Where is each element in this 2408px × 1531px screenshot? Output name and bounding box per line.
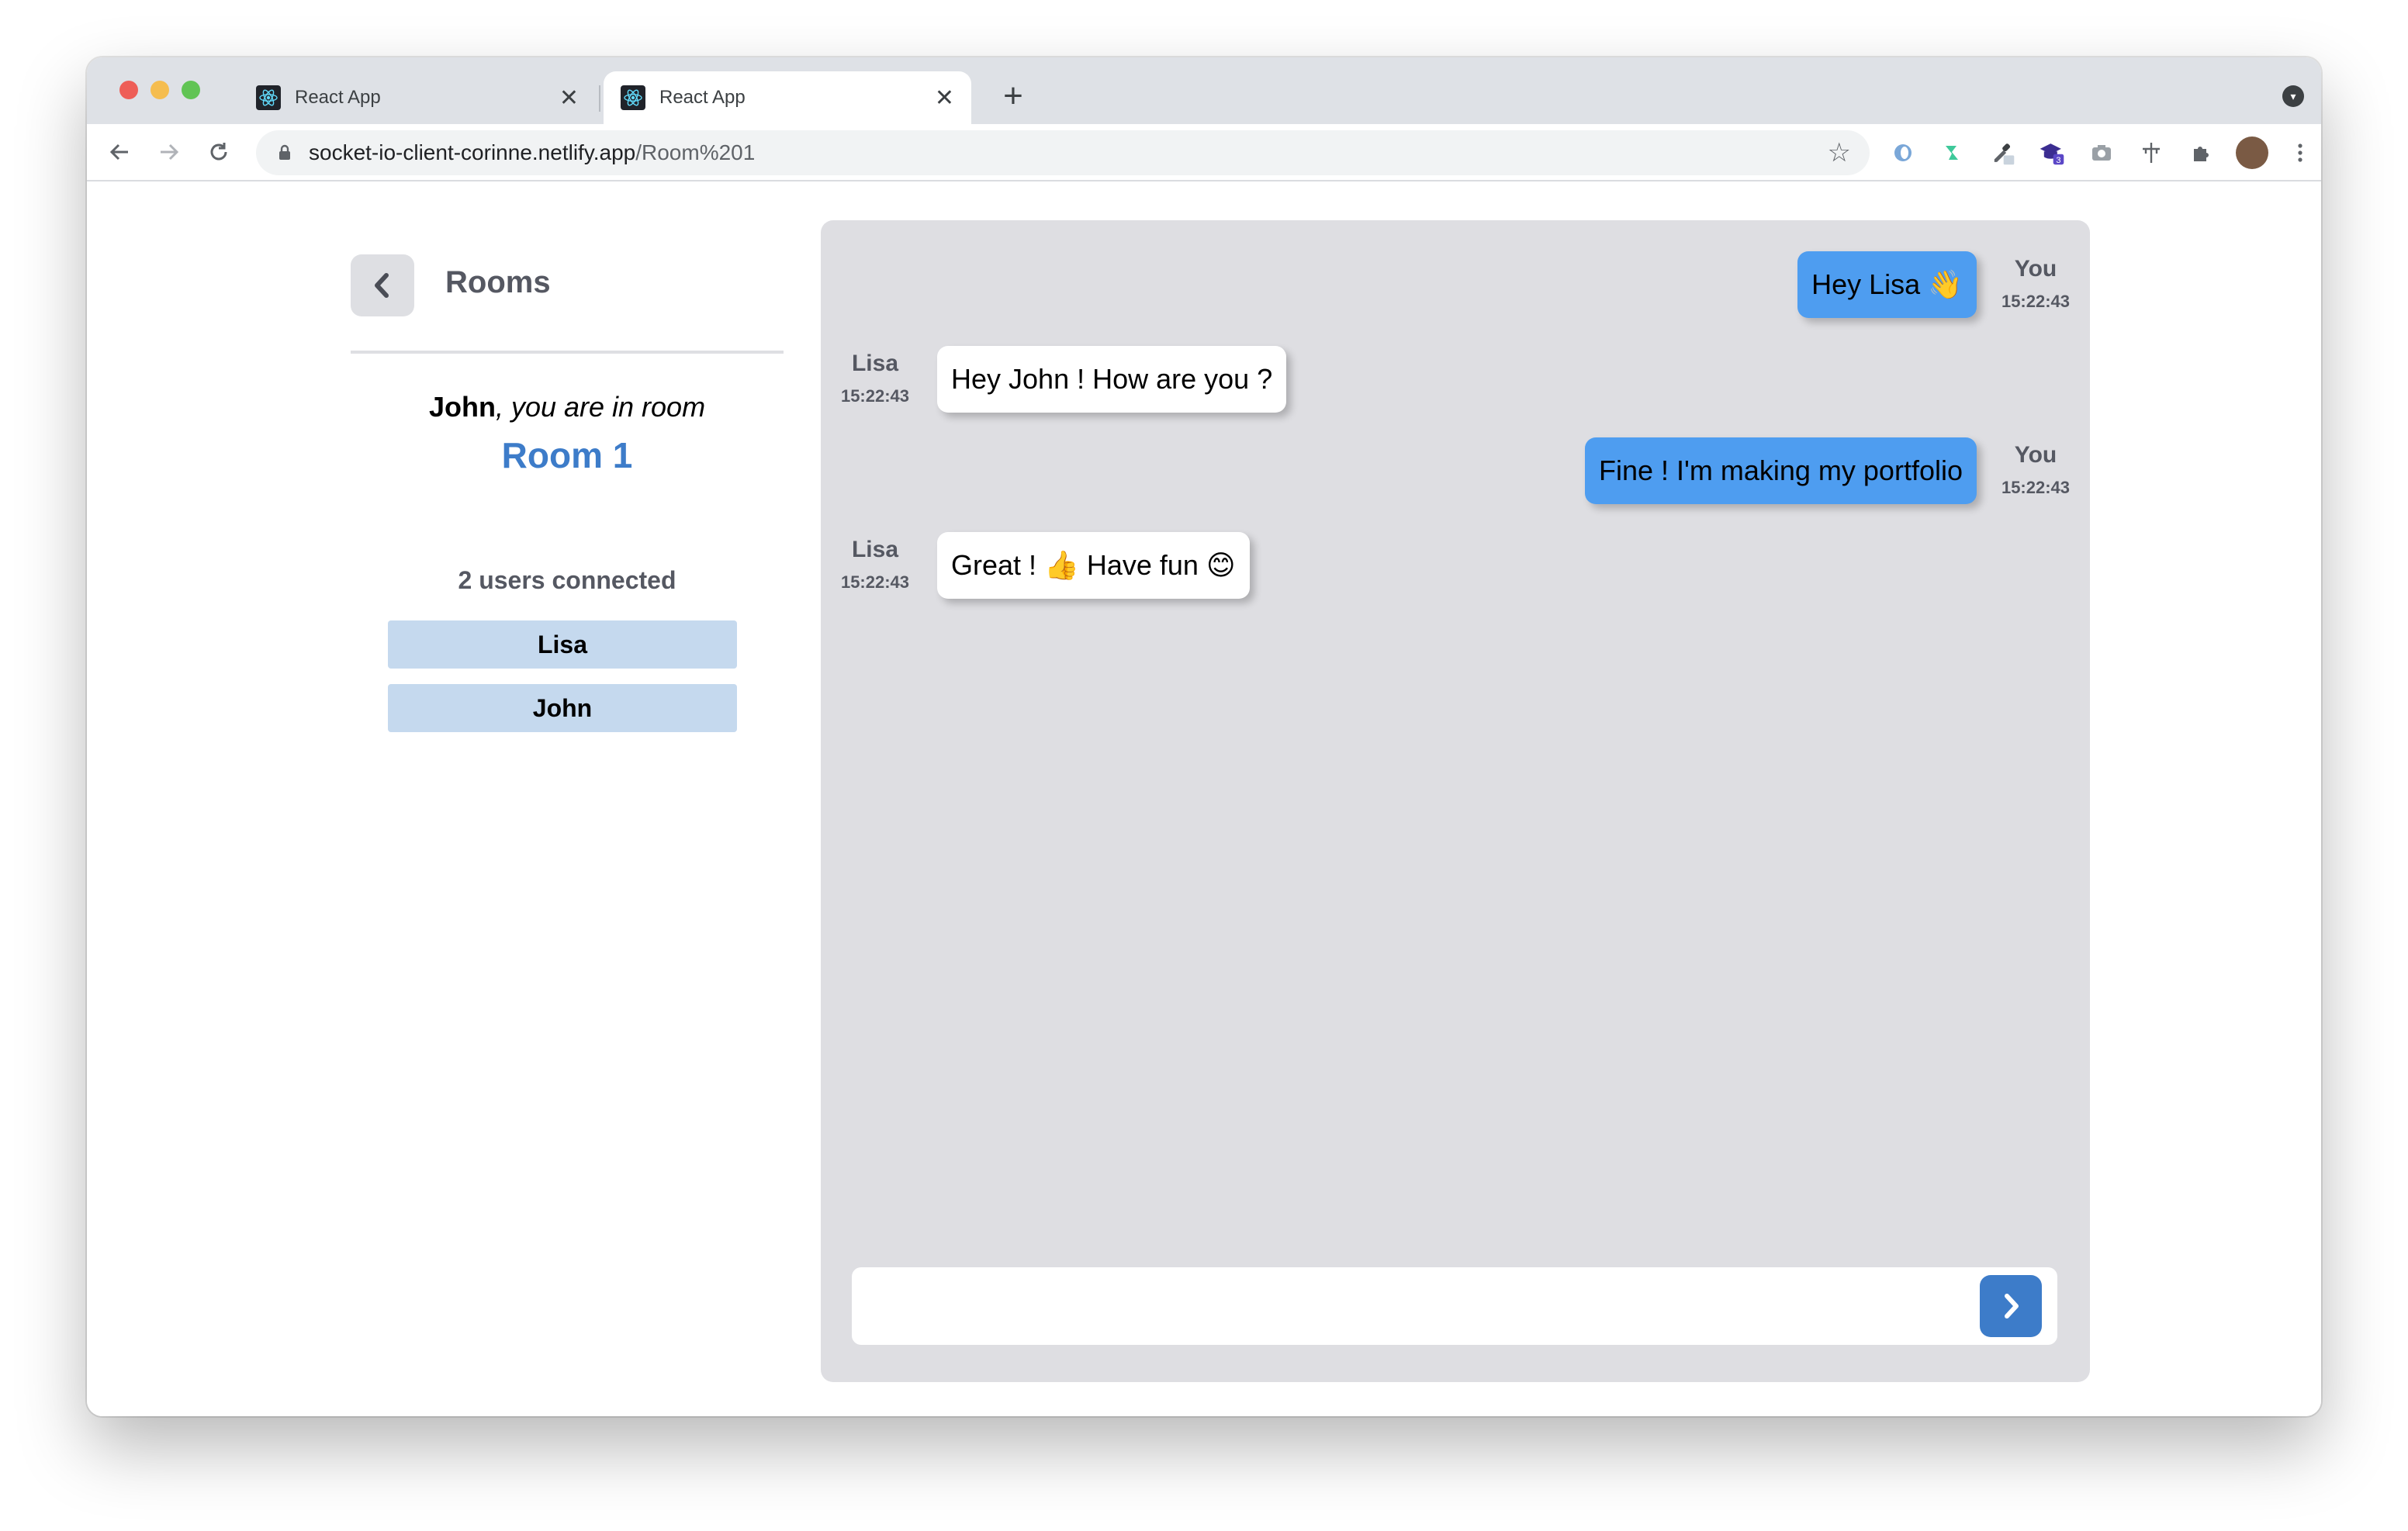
back-to-rooms-button[interactable] <box>351 254 414 316</box>
eyedropper-icon[interactable] <box>1989 140 2015 166</box>
message-time: 15:22:43 <box>2001 292 2071 311</box>
extension-badge: 3 <box>2056 156 2060 165</box>
rooms-header: Rooms <box>351 251 784 354</box>
chevron-right-icon <box>2005 1294 2019 1318</box>
message-time: 15:22:43 <box>840 572 910 592</box>
rooms-title: Rooms <box>445 265 551 299</box>
extension-2-icon[interactable] <box>1939 140 1966 166</box>
message-author: You <box>2014 442 2057 468</box>
url-path: /Room%201 <box>635 140 756 164</box>
users-connected-count: 2 users connected <box>458 566 676 594</box>
browser-tab-1[interactable]: React App ✕ <box>239 71 596 124</box>
chat-message-bubble: Fine ! I'm making my portfolio <box>1584 437 1977 504</box>
close-window-button[interactable] <box>119 81 138 99</box>
close-tab-icon[interactable]: ✕ <box>559 85 579 112</box>
message-input[interactable] <box>867 1283 1984 1329</box>
chat-message-bubble: Great ! 👍 Have fun 😊 <box>937 532 1250 599</box>
message-composer <box>852 1267 2057 1345</box>
address-bar[interactable]: socket-io-client-corinne.netlify.app/Roo… <box>256 130 1870 175</box>
chat-panel: Hey Lisa 👋 You 15:22:43 Lisa 15:22:43 He… <box>821 220 2090 1382</box>
kebab-menu-icon[interactable] <box>2287 140 2313 166</box>
close-tab-icon[interactable]: ✕ <box>935 85 954 112</box>
welcome-message: John, you are in room <box>351 391 784 423</box>
bookmark-star-icon[interactable]: ☆ <box>1828 137 1851 168</box>
welcome-text: , you are in room <box>495 391 706 423</box>
user-chip-lisa: Lisa <box>388 620 737 669</box>
chevron-left-icon <box>375 273 389 298</box>
react-icon <box>256 85 281 110</box>
reload-icon[interactable] <box>202 135 236 169</box>
send-button[interactable] <box>1980 1275 2042 1337</box>
tab-title: React App <box>295 87 381 108</box>
react-icon <box>621 85 645 110</box>
forward-arrow-icon[interactable] <box>152 135 186 169</box>
camera-icon[interactable] <box>2088 140 2115 166</box>
message-author: Lisa <box>851 351 899 376</box>
graduation-cap-icon[interactable]: 3 <box>2039 140 2065 166</box>
new-tab-button[interactable]: + <box>993 76 1033 116</box>
minimize-window-button[interactable] <box>150 81 169 99</box>
browser-toolbar: socket-io-client-corinne.netlify.app/Roo… <box>87 124 2321 181</box>
extensions-puzzle-icon[interactable] <box>2188 140 2214 166</box>
ruler-icon[interactable] <box>2138 140 2164 166</box>
browser-tab-2-active[interactable]: React App ✕ <box>604 71 971 124</box>
back-arrow-icon[interactable] <box>102 135 137 169</box>
current-room-name: Room 1 <box>501 435 633 475</box>
message-time: 15:22:43 <box>2001 478 2071 497</box>
web-page: Rooms .rooms-header{top:90px !important;… <box>87 181 2321 1416</box>
lock-icon <box>279 144 290 160</box>
user-chip-john: John <box>388 684 737 732</box>
url-host: socket-io-client-corinne.netlify.app <box>309 140 636 164</box>
chat-message-bubble: Hey John ! How are you ? <box>937 346 1287 413</box>
tab-separator <box>599 85 600 112</box>
profile-avatar[interactable] <box>2236 137 2268 169</box>
extension-1-icon[interactable] <box>1890 140 1916 166</box>
tab-strip: React App ✕ React App ✕ + ▾ <box>87 57 2321 124</box>
maximize-window-button[interactable] <box>182 81 200 99</box>
chat-message-bubble: Hey Lisa 👋 <box>1797 251 1977 318</box>
current-user-name: John <box>428 391 496 423</box>
message-time: 15:22:43 <box>840 386 910 406</box>
browser-window: React App ✕ React App ✕ + ▾ socket-io-cl… <box>87 57 2321 1416</box>
tab-search-icon[interactable]: ▾ <box>2282 85 2304 107</box>
message-author: Lisa <box>851 537 899 562</box>
message-author: You <box>2014 256 2057 282</box>
tab-title: React App <box>659 87 746 108</box>
